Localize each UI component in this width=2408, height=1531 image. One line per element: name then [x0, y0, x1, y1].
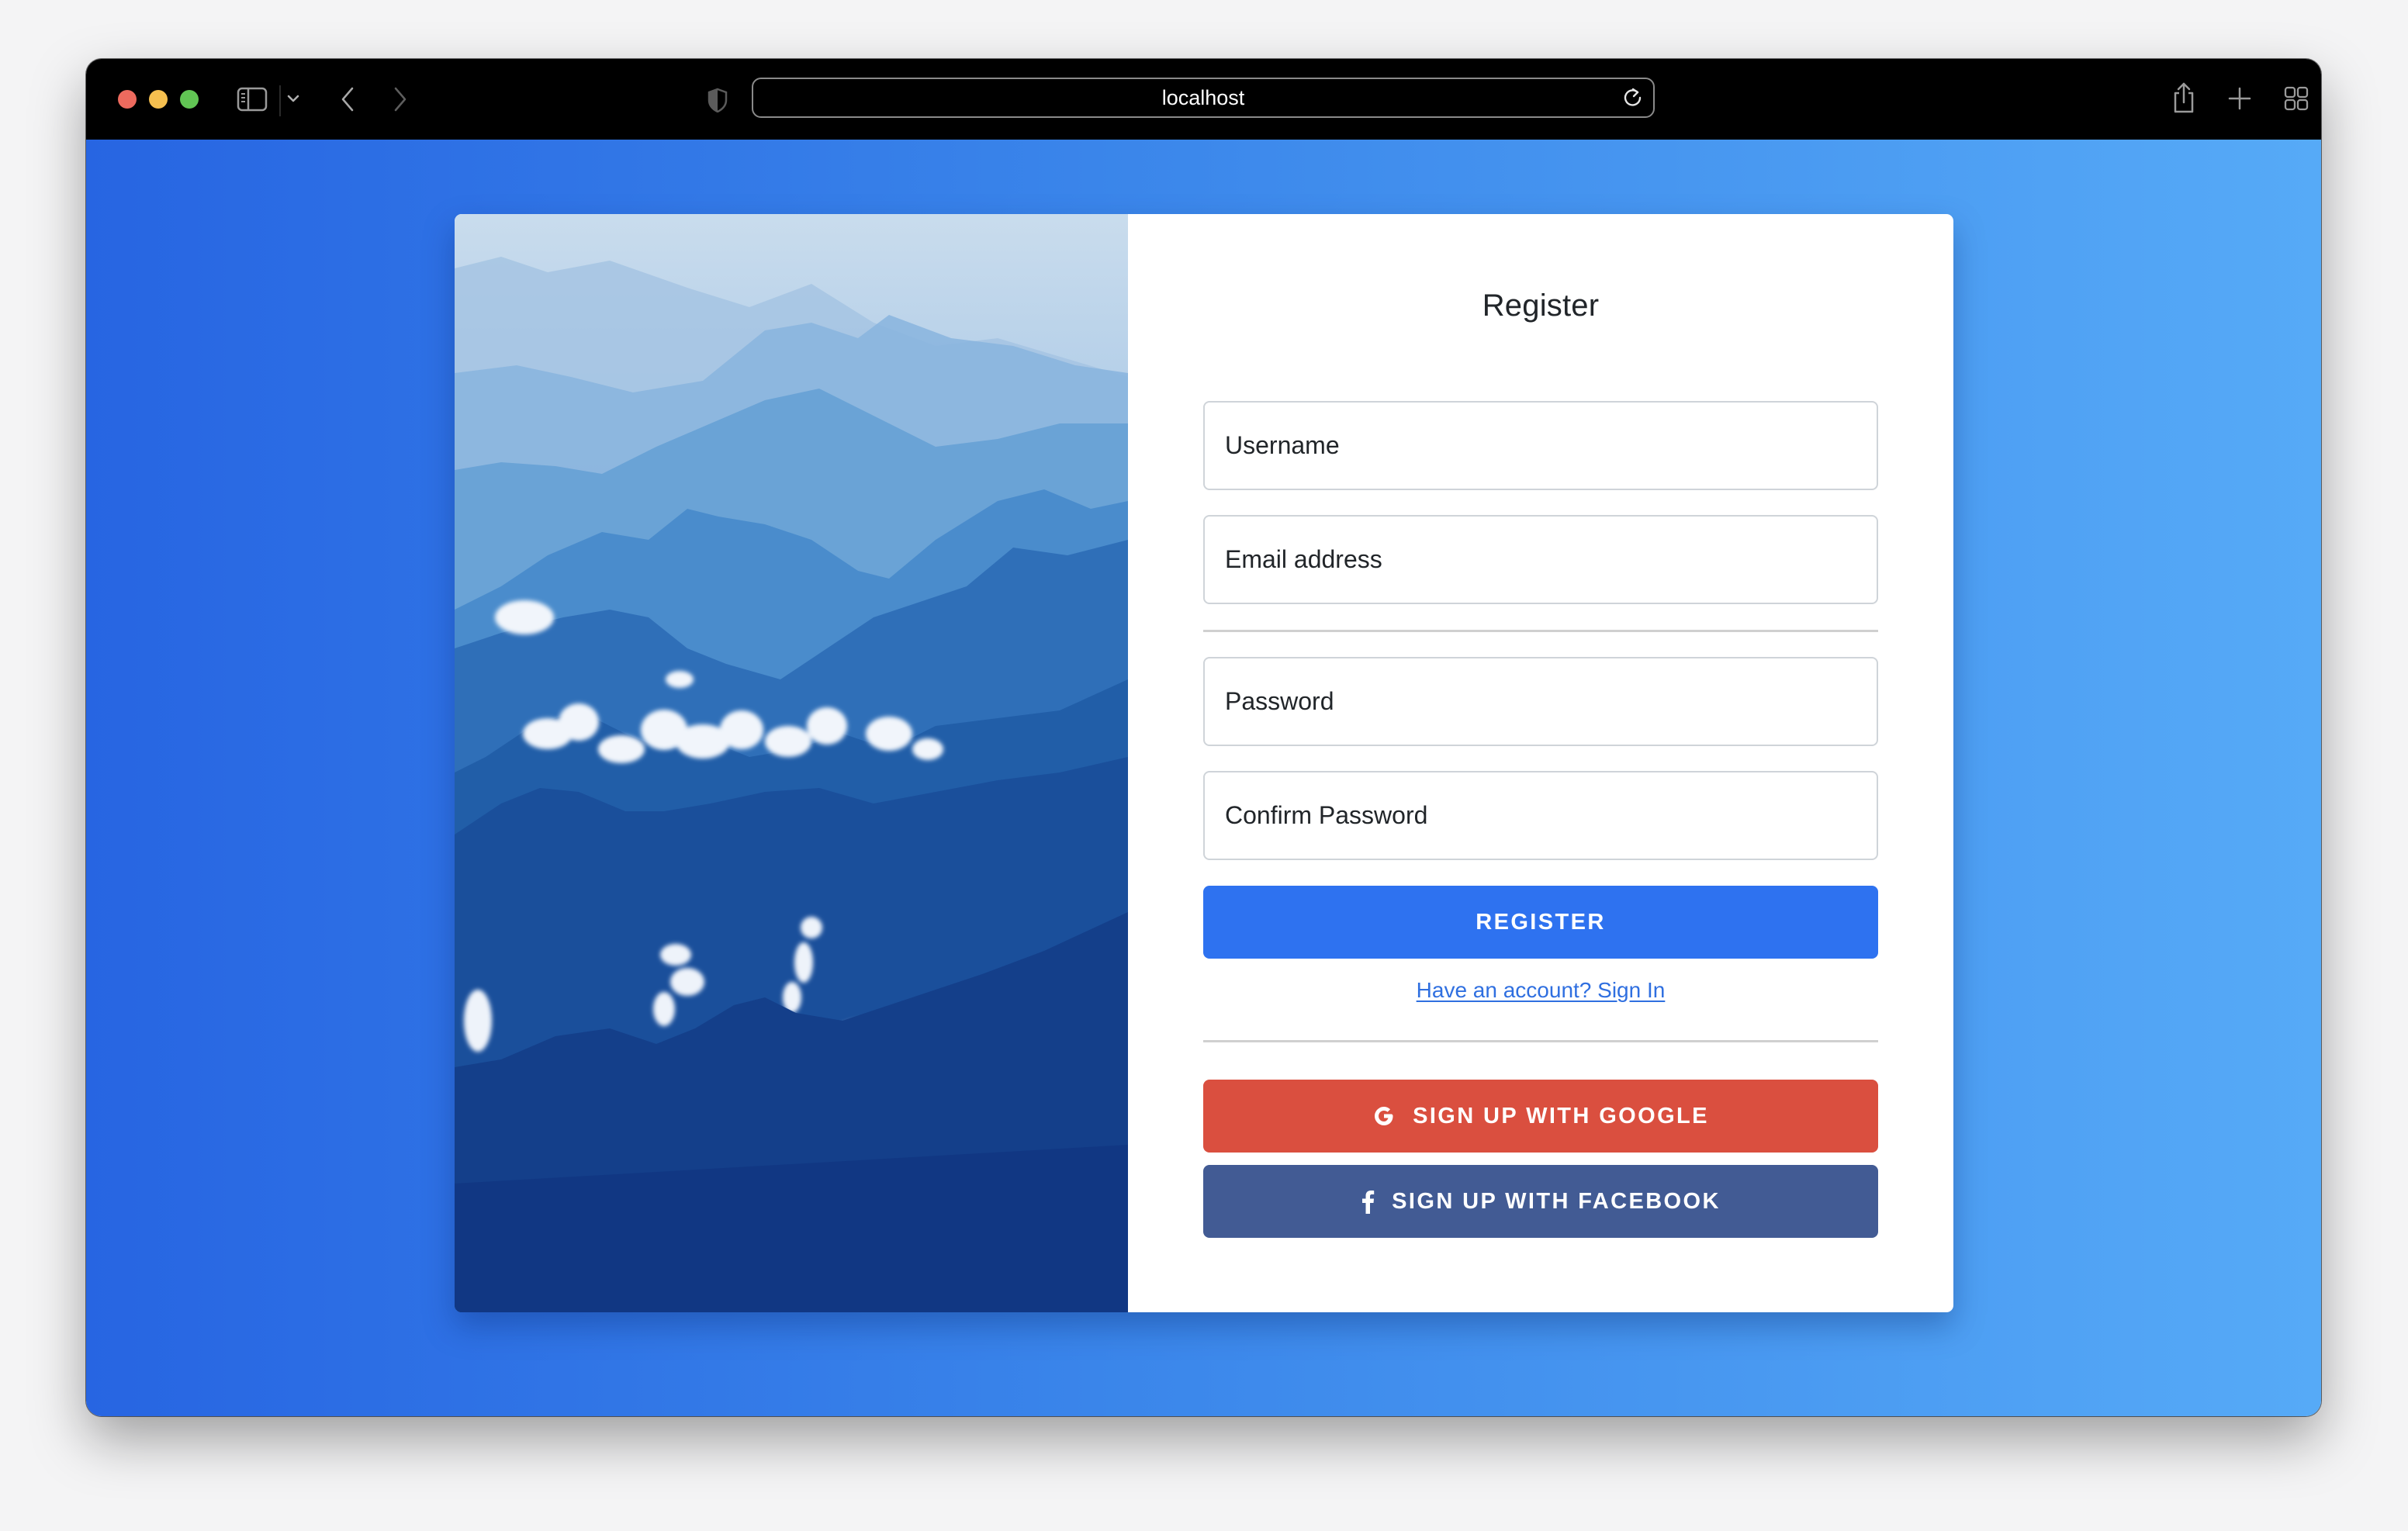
- confirm-password-placeholder: Confirm Password: [1225, 801, 1428, 829]
- facebook-signup-button[interactable]: SIGN UP WITH FACEBOOK: [1203, 1165, 1878, 1238]
- mountain-illustration: [455, 214, 1128, 1312]
- register-form: Register Username Email address Password…: [1128, 214, 1953, 1312]
- register-card: Register Username Email address Password…: [455, 214, 1953, 1312]
- google-icon: [1372, 1104, 1396, 1128]
- facebook-icon: [1361, 1189, 1375, 1214]
- forward-icon[interactable]: [391, 85, 410, 113]
- register-button-label: REGISTER: [1476, 909, 1606, 935]
- password-placeholder: Password: [1225, 687, 1334, 715]
- username-placeholder: Username: [1225, 431, 1340, 459]
- browser-toolbar: localhost: [86, 59, 2321, 140]
- sidebar-icon[interactable]: [237, 87, 268, 112]
- page-title: Register: [1482, 289, 1600, 323]
- browser-window: localhost Register Username Email addres…: [86, 59, 2321, 1416]
- signin-link[interactable]: Have an account? Sign In: [1417, 978, 1666, 1002]
- fields-divider: [1203, 630, 1878, 632]
- chevron-down-icon[interactable]: [286, 93, 300, 104]
- mountain-image: [455, 214, 1128, 1312]
- close-window-button[interactable]: [118, 90, 137, 109]
- email-input[interactable]: Email address: [1203, 515, 1878, 604]
- social-divider: [1203, 1040, 1878, 1042]
- minimize-window-button[interactable]: [149, 90, 168, 109]
- username-input[interactable]: Username: [1203, 401, 1878, 490]
- register-button[interactable]: REGISTER: [1203, 886, 1878, 959]
- share-icon[interactable]: [2171, 81, 2196, 115]
- facebook-button-label: SIGN UP WITH FACEBOOK: [1392, 1188, 1721, 1214]
- plus-icon[interactable]: [2228, 87, 2251, 110]
- email-placeholder: Email address: [1225, 545, 1382, 573]
- password-input[interactable]: Password: [1203, 657, 1878, 746]
- reload-icon[interactable]: [1622, 87, 1644, 109]
- toolbar-separator: [279, 85, 281, 116]
- privacy-shield-icon[interactable]: [707, 88, 728, 112]
- maximize-window-button[interactable]: [180, 90, 199, 109]
- back-icon[interactable]: [338, 85, 357, 113]
- address-text: localhost: [1161, 85, 1245, 109]
- tab-overview-icon[interactable]: [2284, 86, 2309, 111]
- address-bar[interactable]: localhost: [752, 78, 1655, 118]
- google-button-label: SIGN UP WITH GOOGLE: [1413, 1103, 1709, 1128]
- confirm-password-input[interactable]: Confirm Password: [1203, 771, 1878, 860]
- google-signup-button[interactable]: SIGN UP WITH GOOGLE: [1203, 1080, 1878, 1153]
- signin-link-container: Have an account? Sign In: [1128, 978, 1953, 1003]
- page-content: Register Username Email address Password…: [86, 140, 2321, 1416]
